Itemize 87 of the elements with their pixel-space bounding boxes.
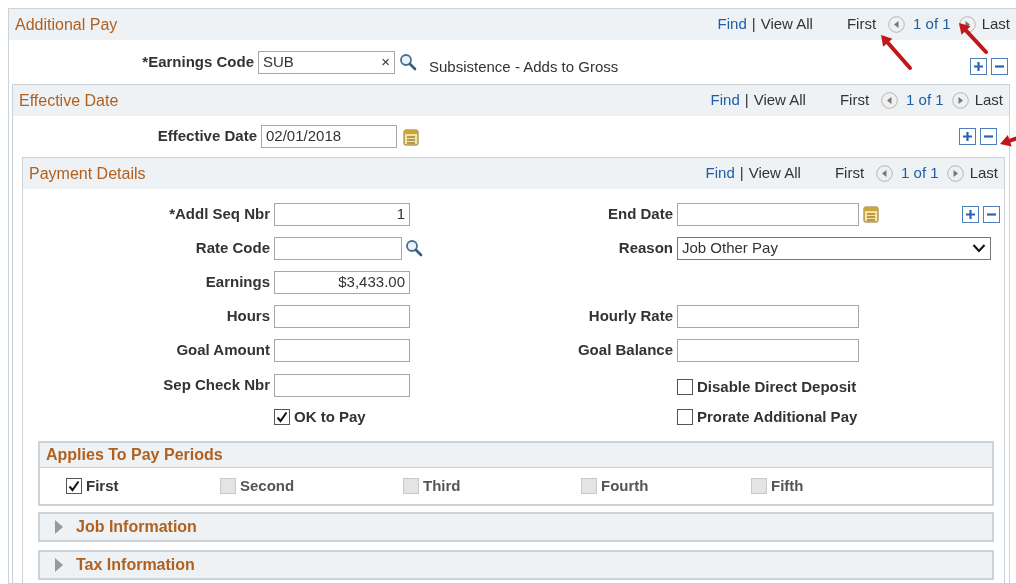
- separator: |: [739, 163, 744, 184]
- field-label: Rate Code: [194, 237, 270, 258]
- check-icon: [276, 411, 288, 423]
- earnings-code-field[interactable]: SUB ×: [258, 50, 395, 74]
- field-label: Earnings: [204, 271, 270, 292]
- select-field[interactable]: Job Other Pay: [677, 236, 991, 260]
- plus-icon: [965, 208, 976, 220]
- first-label: First: [834, 163, 865, 184]
- field-label: Goal Balance: [576, 339, 673, 360]
- annotation-arrow: [999, 134, 1016, 150]
- last-label: Last: [981, 14, 1010, 35]
- field-label: *Earnings Code: [141, 51, 254, 72]
- input-field[interactable]: [677, 304, 859, 328]
- search-icon[interactable]: [405, 239, 423, 257]
- field-label: Goal Amount: [175, 339, 270, 360]
- find-link[interactable]: Find: [717, 13, 747, 36]
- find-link[interactable]: Find: [705, 162, 735, 185]
- view-all-link[interactable]: View All: [748, 162, 801, 185]
- checkbox-label: Disable Direct Deposit: [697, 376, 857, 397]
- checkbox-label: First: [86, 475, 119, 496]
- checkbox-label: OK to Pay: [294, 406, 366, 427]
- field-label: Reason: [617, 237, 673, 258]
- first-label: First: [839, 90, 870, 111]
- checkbox-label: Prorate Additional Pay: [697, 406, 858, 427]
- checkbox-label: Third: [423, 475, 461, 496]
- field-label: End Date: [607, 203, 673, 224]
- section-title: Payment Details: [29, 163, 146, 184]
- delete-row-button[interactable]: [991, 57, 1008, 75]
- field-label: Sep Check Nbr: [162, 374, 270, 395]
- delete-row-button[interactable]: [983, 205, 1000, 223]
- input-field[interactable]: [274, 304, 410, 328]
- previous-icon[interactable]: [888, 16, 906, 33]
- chevron-down-icon: [972, 243, 986, 253]
- view-all-link[interactable]: View All: [753, 89, 806, 112]
- add-row-button[interactable]: [959, 128, 976, 145]
- checkbox[interactable]: [274, 409, 290, 425]
- add-row-button[interactable]: [962, 205, 979, 223]
- section-title: Additional Pay: [15, 14, 118, 35]
- next-icon[interactable]: [951, 92, 969, 109]
- clear-button[interactable]: ×: [381, 51, 390, 73]
- separator: |: [744, 90, 749, 111]
- calendar-icon[interactable]: [863, 205, 879, 223]
- page-position[interactable]: 1 of 1: [906, 89, 944, 112]
- section-title: Effective Date: [19, 90, 119, 111]
- previous-icon[interactable]: [876, 165, 894, 182]
- description-text: Subsistence - Adds to Gross: [429, 56, 619, 77]
- add-row-button[interactable]: [970, 57, 987, 75]
- checkbox-label: Fourth: [601, 475, 649, 496]
- input-field[interactable]: [274, 338, 410, 362]
- check-icon: [68, 480, 80, 492]
- field-label: *Addl Seq Nbr: [168, 203, 270, 224]
- search-icon[interactable]: [399, 53, 417, 71]
- collapsible-section-bar[interactable]: Tax Information: [38, 550, 994, 580]
- plus-icon: [962, 131, 973, 142]
- checkbox-label: Fifth: [771, 475, 804, 496]
- separator: |: [751, 14, 756, 35]
- view-all-link[interactable]: View All: [760, 13, 813, 36]
- collapsible-section-bar[interactable]: Job Information: [38, 512, 994, 542]
- last-label: Last: [969, 163, 998, 184]
- date-field[interactable]: 02/01/2018: [261, 125, 397, 148]
- previous-icon[interactable]: [881, 92, 899, 109]
- find-link[interactable]: Find: [710, 89, 740, 112]
- date-field[interactable]: [677, 202, 859, 226]
- calendar-icon[interactable]: [403, 127, 419, 146]
- field-label: Hours: [225, 305, 270, 326]
- input-field[interactable]: [677, 338, 859, 362]
- delete-row-button[interactable]: [980, 128, 997, 145]
- page-position[interactable]: 1 of 1: [901, 162, 939, 185]
- plus-icon: [973, 60, 984, 72]
- input-field[interactable]: $3,433.00: [274, 270, 410, 294]
- section-title: Job Information: [76, 517, 197, 537]
- section-title: Tax Information: [76, 555, 195, 575]
- input-field[interactable]: [274, 236, 402, 260]
- checkbox[interactable]: [66, 478, 82, 494]
- first-label: First: [846, 14, 877, 35]
- input-field[interactable]: 1: [274, 202, 410, 226]
- field-label: Hourly Rate: [587, 305, 673, 326]
- page-position[interactable]: 1 of 1: [913, 13, 951, 36]
- last-label: Last: [974, 90, 1003, 111]
- next-icon[interactable]: [946, 165, 964, 182]
- checkbox-label: Second: [240, 475, 295, 496]
- checkbox[interactable]: [677, 379, 693, 395]
- field-label: Effective Date: [156, 126, 257, 147]
- annotation-arrow: [878, 32, 914, 72]
- section-title: Applies To Pay Periods: [46, 445, 223, 465]
- checkbox[interactable]: [677, 409, 693, 425]
- input-field[interactable]: [274, 373, 410, 397]
